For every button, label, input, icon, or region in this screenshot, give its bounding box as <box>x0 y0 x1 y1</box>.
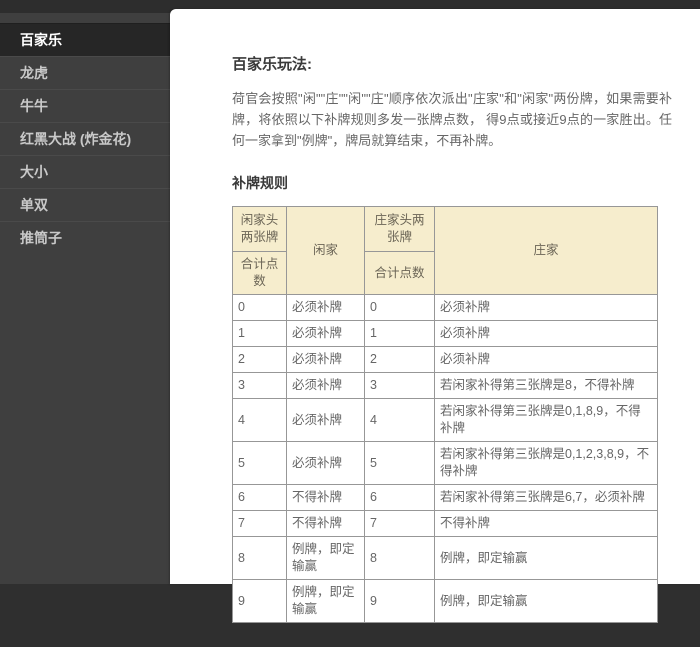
sidebar-item-big-small[interactable]: 大小 <box>0 155 170 188</box>
player-total-cell: 5 <box>233 442 287 485</box>
banker-action-cell: 例牌，即定输赢 <box>435 580 658 623</box>
table-row: 4 必须补牌 4 若闲家补得第三张牌是0,1,8,9，不得补牌 <box>233 399 658 442</box>
player-action-cell: 不得补牌 <box>287 485 365 511</box>
banker-total-cell: 2 <box>365 347 435 373</box>
player-total-cell: 0 <box>233 295 287 321</box>
content-panel: 百家乐玩法: 荷官会按照"闲""庄""闲""庄"顺序依次派出"庄家"和"闲家"两… <box>170 9 700 584</box>
table-row: 9 例牌，即定输赢 9 例牌，即定输赢 <box>233 580 658 623</box>
player-total-cell: 1 <box>233 321 287 347</box>
banker-total-cell: 8 <box>365 537 435 580</box>
banker-action-cell: 若闲家补得第三张牌是6,7，必须补牌 <box>435 485 658 511</box>
header-banker: 庄家 <box>435 207 658 295</box>
player-total-cell: 7 <box>233 511 287 537</box>
rules-document: 百家乐玩法: 荷官会按照"闲""庄""闲""庄"顺序依次派出"庄家"和"闲家"两… <box>170 9 700 647</box>
draw-rules-table: 闲家头两张牌 闲家 庄家头两张牌 庄家 合计点数 合计点数 0 必须补牌 0 必… <box>232 206 658 623</box>
player-action-cell: 不得补牌 <box>287 511 365 537</box>
table-row: 6 不得补牌 6 若闲家补得第三张牌是6,7，必须补牌 <box>233 485 658 511</box>
banker-total-cell: 5 <box>365 442 435 485</box>
player-action-cell: 必须补牌 <box>287 321 365 347</box>
header-player-two-cards: 闲家头两张牌 <box>233 207 287 252</box>
section-title-draw-rules: 补牌规则 <box>232 173 674 193</box>
sidebar-item-odd-even[interactable]: 单双 <box>0 188 170 221</box>
player-total-cell: 2 <box>233 347 287 373</box>
rules-intro-paragraph: 荷官会按照"闲""庄""闲""庄"顺序依次派出"庄家"和"闲家"两份牌，如果需要… <box>232 88 672 151</box>
player-total-cell: 8 <box>233 537 287 580</box>
sidebar-item-baccarat[interactable]: 百家乐 <box>0 23 170 56</box>
banker-action-cell: 若闲家补得第三张牌是0,1,2,3,8,9，不得补牌 <box>435 442 658 485</box>
page-title: 百家乐玩法: <box>232 53 674 74</box>
sidebar-item-niuniu[interactable]: 牛牛 <box>0 89 170 122</box>
player-action-cell: 必须补牌 <box>287 442 365 485</box>
banker-total-cell: 6 <box>365 485 435 511</box>
banker-action-cell: 必须补牌 <box>435 321 658 347</box>
header-banker-total: 合计点数 <box>365 252 435 295</box>
banker-action-cell: 必须补牌 <box>435 347 658 373</box>
player-action-cell: 例牌，即定输赢 <box>287 580 365 623</box>
table-row: 5 必须补牌 5 若闲家补得第三张牌是0,1,2,3,8,9，不得补牌 <box>233 442 658 485</box>
banker-total-cell: 4 <box>365 399 435 442</box>
banker-total-cell: 9 <box>365 580 435 623</box>
player-action-cell: 必须补牌 <box>287 347 365 373</box>
banker-total-cell: 3 <box>365 373 435 399</box>
banker-action-cell: 若闲家补得第三张牌是8，不得补牌 <box>435 373 658 399</box>
header-player: 闲家 <box>287 207 365 295</box>
table-row: 8 例牌，即定输赢 8 例牌，即定输赢 <box>233 537 658 580</box>
sidebar-item-tuitongzi[interactable]: 推筒子 <box>0 221 170 254</box>
player-action-cell: 例牌，即定输赢 <box>287 537 365 580</box>
player-total-cell: 6 <box>233 485 287 511</box>
sidebar-item-dragon-tiger[interactable]: 龙虎 <box>0 56 170 89</box>
player-total-cell: 3 <box>233 373 287 399</box>
player-action-cell: 必须补牌 <box>287 399 365 442</box>
sidebar-item-red-black-war[interactable]: 红黑大战 (炸金花) <box>0 122 170 155</box>
banker-action-cell: 若闲家补得第三张牌是0,1,8,9，不得补牌 <box>435 399 658 442</box>
banker-total-cell: 7 <box>365 511 435 537</box>
banker-total-cell: 0 <box>365 295 435 321</box>
header-banker-two-cards: 庄家头两张牌 <box>365 207 435 252</box>
table-row: 2 必须补牌 2 必须补牌 <box>233 347 658 373</box>
table-row: 3 必须补牌 3 若闲家补得第三张牌是8，不得补牌 <box>233 373 658 399</box>
player-total-cell: 9 <box>233 580 287 623</box>
table-row: 1 必须补牌 1 必须补牌 <box>233 321 658 347</box>
header-player-total: 合计点数 <box>233 252 287 295</box>
table-header-row: 闲家头两张牌 闲家 庄家头两张牌 庄家 <box>233 207 658 252</box>
banker-action-cell: 必须补牌 <box>435 295 658 321</box>
game-sidebar: 百家乐 龙虎 牛牛 红黑大战 (炸金花) 大小 单双 推筒子 <box>0 13 170 584</box>
player-action-cell: 必须补牌 <box>287 373 365 399</box>
banker-action-cell: 不得补牌 <box>435 511 658 537</box>
player-total-cell: 4 <box>233 399 287 442</box>
player-action-cell: 必须补牌 <box>287 295 365 321</box>
banker-action-cell: 例牌，即定输赢 <box>435 537 658 580</box>
table-row: 0 必须补牌 0 必须补牌 <box>233 295 658 321</box>
banker-total-cell: 1 <box>365 321 435 347</box>
table-row: 7 不得补牌 7 不得补牌 <box>233 511 658 537</box>
